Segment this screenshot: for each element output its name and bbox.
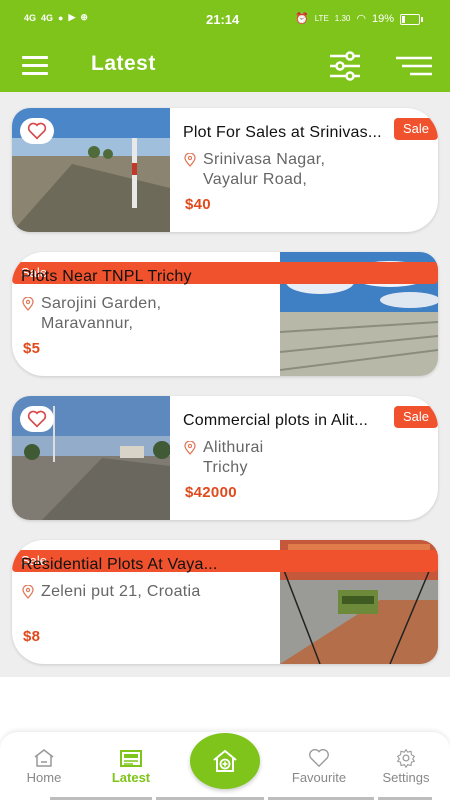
listing-card[interactable]: Sale Plot For Sales at Srinivas... Srini… xyxy=(12,108,438,232)
listing-title: Plot For Sales at Srinivas... xyxy=(183,124,382,141)
game-icon: ⊕ xyxy=(80,12,88,22)
signal-right-text: 4G xyxy=(41,12,54,23)
nav-latest-label: Latest xyxy=(111,770,151,785)
location-pin-icon xyxy=(22,297,34,311)
listing-price: $42000 xyxy=(185,484,237,501)
gear-icon xyxy=(396,748,416,768)
net-speed: 1.30 xyxy=(334,14,351,23)
newspaper-icon xyxy=(120,750,142,767)
listing-location: Zeleni put 21, Croatia xyxy=(21,582,201,602)
add-property-button[interactable] xyxy=(190,733,260,789)
signal-left-text: 4G xyxy=(24,12,37,23)
listing-title: Commercial plots in Alit... xyxy=(183,412,369,429)
address-line-2: Vayalur Road, xyxy=(203,171,308,188)
favourite-heart-icon[interactable] xyxy=(20,406,54,432)
listing-price: $40 xyxy=(185,196,211,213)
listing-card[interactable]: Sale Residential Plots At Vaya... Zeleni… xyxy=(12,540,438,664)
listing-title: Residential Plots At Vaya... xyxy=(21,556,218,573)
whatsapp-icon: ● xyxy=(58,12,64,23)
listing-card[interactable]: Sale Commercial plots in Alit... Alithur… xyxy=(12,396,438,520)
app-bar: Latest xyxy=(0,40,450,92)
address-line-1: Alithurai xyxy=(203,439,264,456)
sort-icon[interactable] xyxy=(396,56,432,76)
listing-title: Plots Near TNPL Trichy xyxy=(21,268,192,285)
nav-favourite-label: Favourite xyxy=(291,770,347,785)
battery-icon xyxy=(400,14,423,25)
volte-label: LTE xyxy=(314,14,329,23)
status-bar: 4G 4G ● ▶ ⊕ 21:14 ⏰ LTE 1.30 ◠ 19% xyxy=(0,0,450,40)
page-title: Latest xyxy=(91,52,156,75)
location-pin-icon xyxy=(184,441,196,455)
nav-settings[interactable]: Settings xyxy=(366,748,446,785)
status-time: 21:14 xyxy=(206,12,240,27)
home-icon xyxy=(34,749,54,767)
nav-settings-label: Settings xyxy=(382,770,430,785)
listing-location: Sarojini Garden, Maravannur, xyxy=(21,294,161,334)
youtube-icon: ▶ xyxy=(68,12,76,22)
listing-location: Alithurai Trichy xyxy=(183,438,264,478)
address-line-2: Maravannur, xyxy=(41,315,134,332)
listing-feed: Sale Plot For Sales at Srinivas... Srini… xyxy=(0,92,450,677)
address-line-2: Trichy xyxy=(203,459,248,476)
heart-icon xyxy=(309,749,329,768)
hamburger-menu-icon[interactable] xyxy=(22,56,48,76)
house-add-icon xyxy=(213,749,237,772)
address-line-1: Srinivasa Nagar, xyxy=(203,151,326,168)
location-pin-icon xyxy=(184,153,196,167)
address-line-1: Zeleni put 21, Croatia xyxy=(41,583,201,600)
nav-home[interactable]: Home xyxy=(4,748,84,785)
nav-latest[interactable]: Latest xyxy=(91,748,171,785)
nav-home-label: Home xyxy=(26,770,62,785)
favourite-heart-icon[interactable] xyxy=(20,118,54,144)
alarm-icon: ⏰ xyxy=(295,13,309,25)
wifi-icon: ◠ xyxy=(356,13,366,25)
location-pin-icon xyxy=(22,585,34,599)
status-right-icons: ⏰ LTE 1.30 ◠ 19% xyxy=(295,12,394,26)
address-line-1: Sarojini Garden, xyxy=(41,295,162,312)
nav-favourite[interactable]: Favourite xyxy=(279,748,359,785)
filter-sliders-icon[interactable] xyxy=(328,50,362,82)
listing-price: $8 xyxy=(23,628,41,645)
listing-location: Srinivasa Nagar, Vayalur Road, xyxy=(183,150,325,190)
battery-percent: 19% xyxy=(371,12,394,25)
status-left-icons: 4G 4G ● ▶ ⊕ xyxy=(24,12,88,23)
listing-card[interactable]: Sale Plots Near TNPL Trichy Sarojini Gar… xyxy=(12,252,438,376)
listing-price: $5 xyxy=(23,340,41,357)
